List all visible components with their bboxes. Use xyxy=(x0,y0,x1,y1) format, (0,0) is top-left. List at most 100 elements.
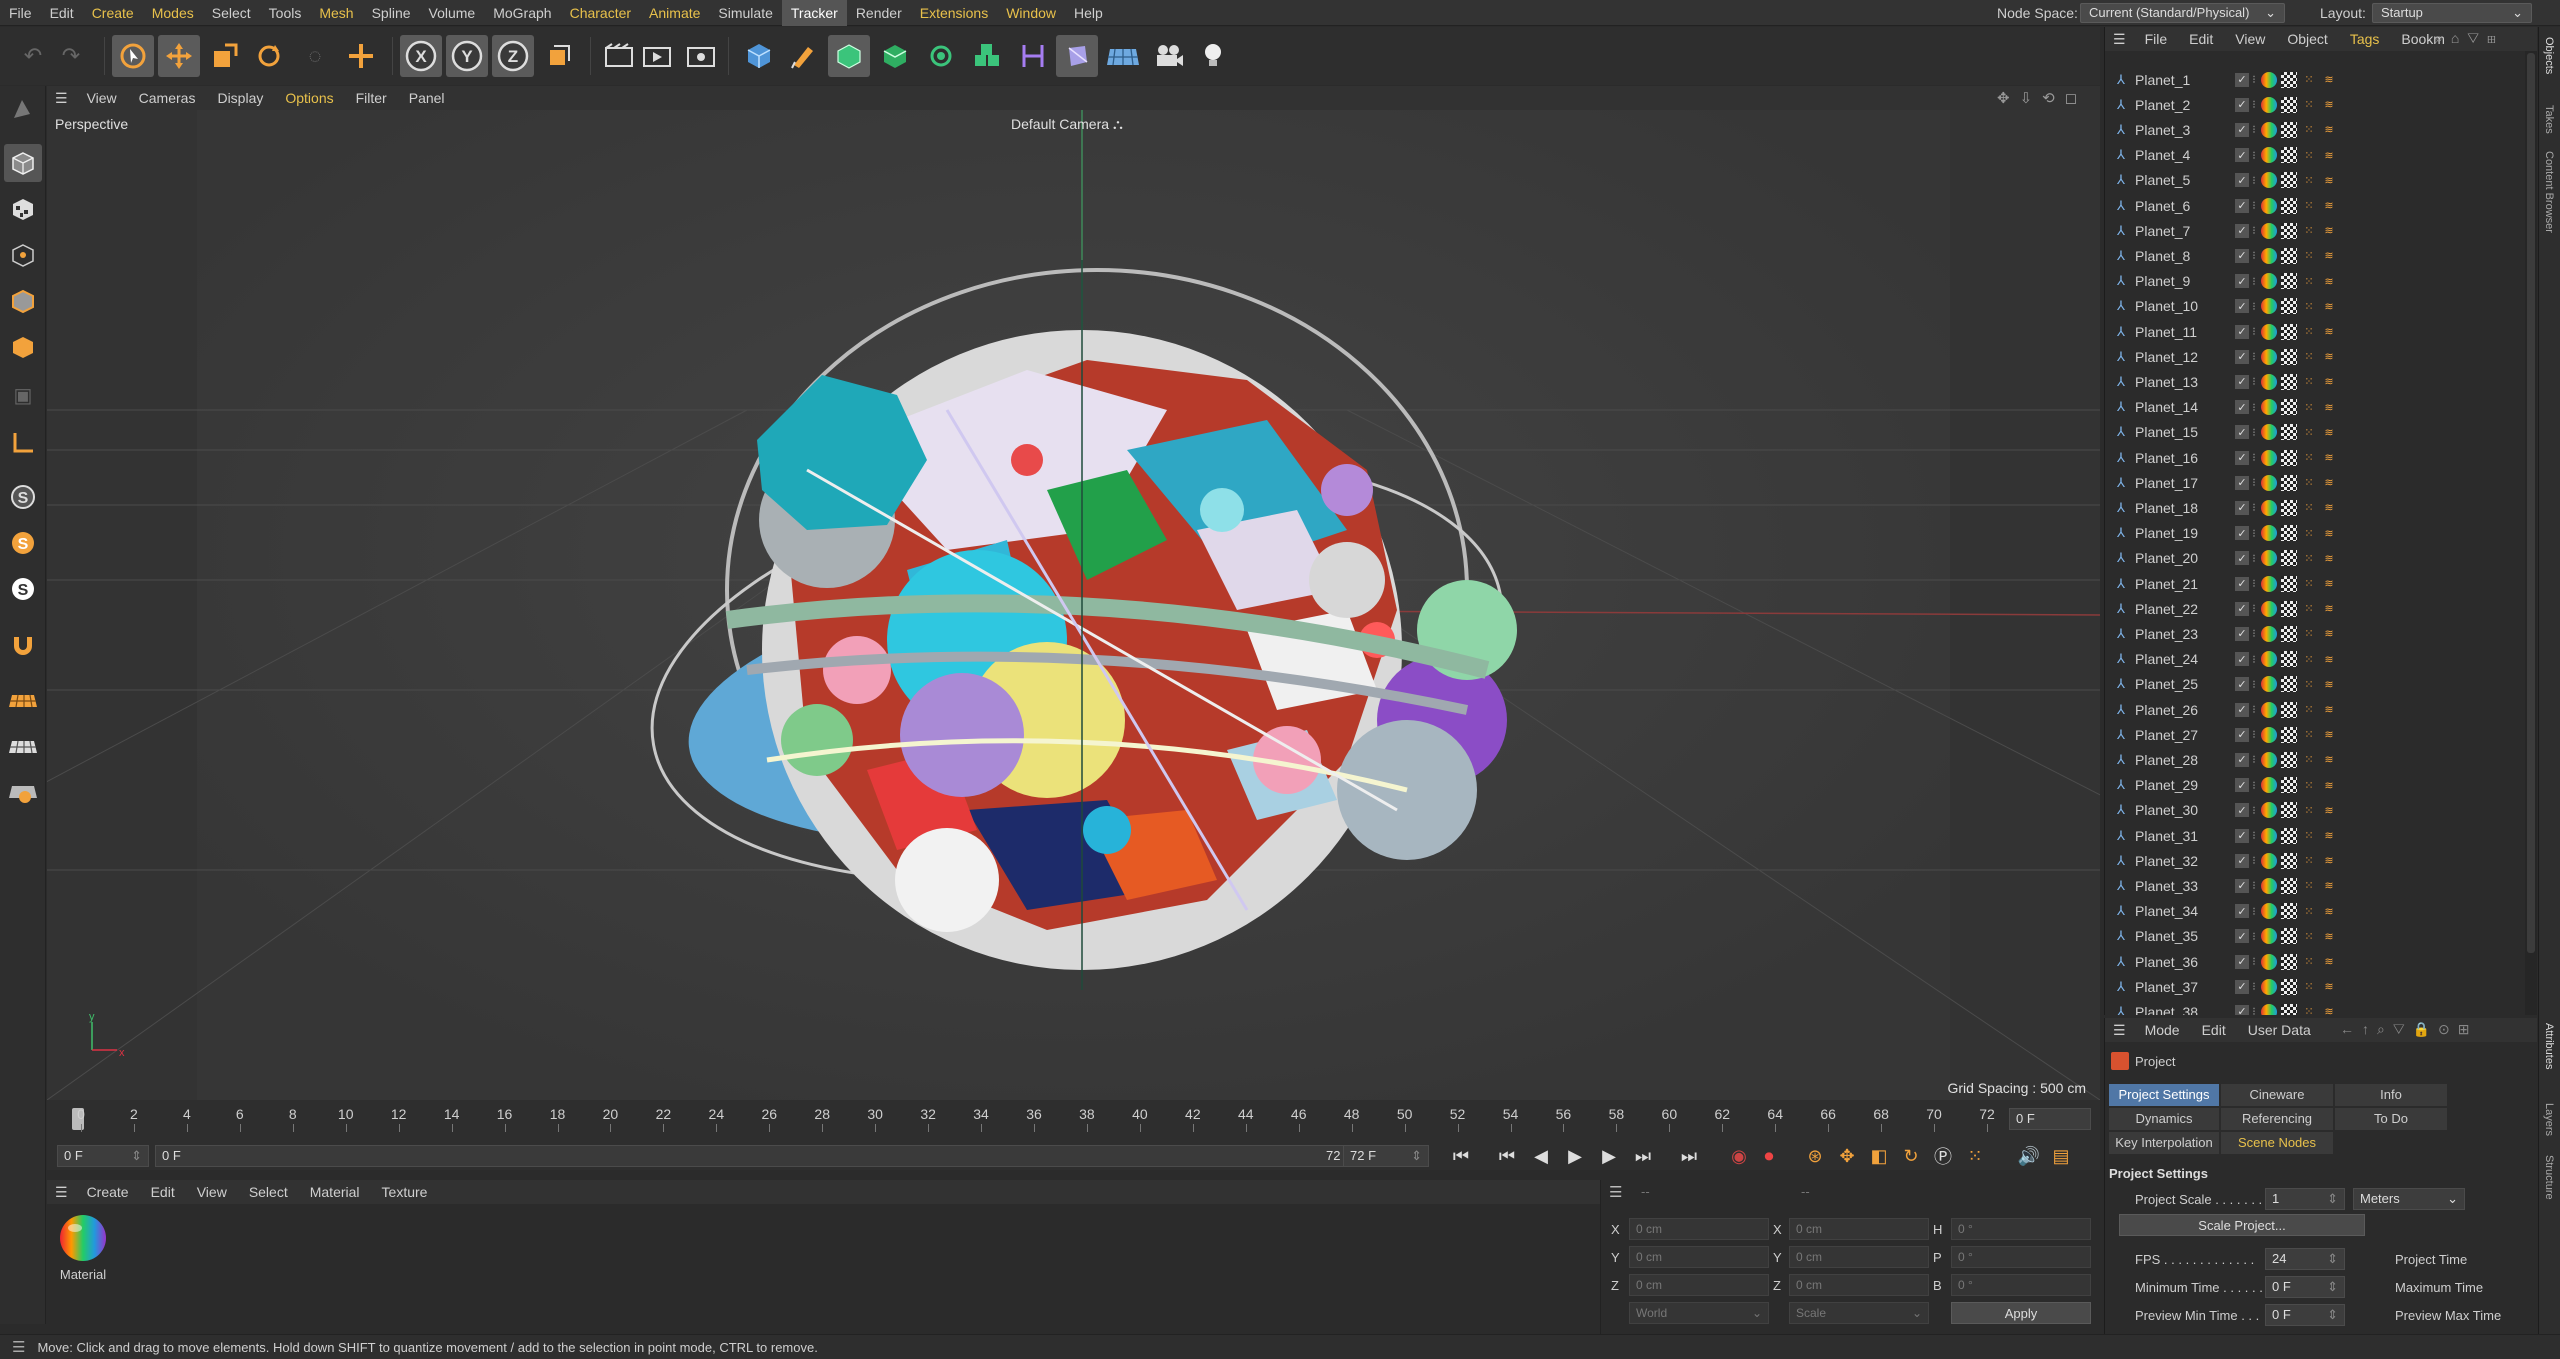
object-row[interactable]: ⅄ Planet_20 ✓ ⁝ ⁙ ≋ xyxy=(2113,546,2513,571)
tab-key-interpolation[interactable]: Key Interpolation xyxy=(2109,1132,2219,1154)
visibility-dots-icon[interactable]: ⁝ xyxy=(2251,550,2257,566)
menu-tools[interactable]: Tools xyxy=(260,0,311,26)
object-row[interactable]: ⅄ Planet_32 ✓ ⁝ ⁙ ≋ xyxy=(2113,848,2513,873)
viewport-menu-display[interactable]: Display xyxy=(206,90,274,106)
mograph-tag-icon[interactable]: ⁙ xyxy=(2301,853,2317,869)
vibrate-tag-icon[interactable]: ≋ xyxy=(2321,928,2337,944)
mograph-tag-icon[interactable]: ⁙ xyxy=(2301,324,2317,340)
object-name[interactable]: Planet_14 xyxy=(2135,399,2231,415)
object-row[interactable]: ⅄ Planet_36 ✓ ⁝ ⁙ ≋ xyxy=(2113,949,2513,974)
object-name[interactable]: Planet_17 xyxy=(2135,475,2231,491)
om-menu-tags[interactable]: Tags xyxy=(2339,31,2391,47)
material-tag-icon[interactable] xyxy=(2261,348,2277,365)
node-space-dropdown[interactable]: Current (Standard/Physical) ⌄ xyxy=(2080,3,2285,23)
vibrate-tag-icon[interactable]: ≋ xyxy=(2321,198,2337,214)
polygons-mode-icon[interactable] xyxy=(4,328,42,366)
min-time-field[interactable]: 0 F ⇕ xyxy=(2265,1276,2345,1298)
mograph-tag-icon[interactable]: ⁙ xyxy=(2301,399,2317,415)
pos-y-field[interactable]: 0 cm xyxy=(1629,1246,1769,1268)
texture-tag-icon[interactable] xyxy=(2281,928,2297,945)
visibility-dots-icon[interactable]: ⁝ xyxy=(2251,298,2257,314)
object-row[interactable]: ⅄ Planet_28 ✓ ⁝ ⁙ ≋ xyxy=(2113,747,2513,772)
live-select-icon[interactable] xyxy=(112,35,154,77)
go-to-end-icon[interactable]: ⏭ xyxy=(1675,1143,1703,1169)
snap-icon[interactable]: S xyxy=(4,524,42,562)
menu-simulate[interactable]: Simulate xyxy=(709,0,781,26)
subdivision-surface-icon[interactable] xyxy=(828,35,870,77)
object-name[interactable]: Planet_20 xyxy=(2135,550,2231,566)
visibility-dots-icon[interactable]: ⁝ xyxy=(2251,349,2257,365)
visibility-check-icon[interactable]: ✓ xyxy=(2235,450,2249,465)
tab-scene-nodes[interactable]: Scene Nodes xyxy=(2221,1132,2333,1154)
object-name[interactable]: Planet_13 xyxy=(2135,374,2231,390)
object-row[interactable]: ⅄ Planet_31 ✓ ⁝ ⁙ ≋ xyxy=(2113,823,2513,848)
object-name[interactable]: Planet_35 xyxy=(2135,928,2231,944)
vibrate-tag-icon[interactable]: ≋ xyxy=(2321,802,2337,818)
points-mode-icon[interactable] xyxy=(4,236,42,274)
object-name[interactable]: Planet_6 xyxy=(2135,198,2231,214)
menu-edit[interactable]: Edit xyxy=(41,0,83,26)
material-tag-icon[interactable] xyxy=(2261,449,2277,466)
visibility-check-icon[interactable]: ✓ xyxy=(2235,752,2249,767)
field-icon[interactable] xyxy=(1056,35,1098,77)
vibrate-tag-icon[interactable]: ≋ xyxy=(2321,702,2337,718)
texture-tag-icon[interactable] xyxy=(2281,399,2297,416)
extrude-icon[interactable] xyxy=(874,35,916,77)
object-name[interactable]: Planet_15 xyxy=(2135,424,2231,440)
go-to-previous-key-icon[interactable]: ⏮ xyxy=(1493,1143,1521,1169)
visibility-dots-icon[interactable]: ⁝ xyxy=(2251,878,2257,894)
vibrate-tag-icon[interactable]: ≋ xyxy=(2321,878,2337,894)
viewport-menu-filter[interactable]: Filter xyxy=(345,90,398,106)
pos-z-field[interactable]: 0 cm xyxy=(1629,1274,1769,1296)
texture-tag-icon[interactable] xyxy=(2281,550,2297,567)
vibrate-tag-icon[interactable]: ≋ xyxy=(2321,979,2337,995)
texture-tag-icon[interactable] xyxy=(2281,222,2297,239)
visibility-dots-icon[interactable]: ⁝ xyxy=(2251,777,2257,793)
material-tag-icon[interactable] xyxy=(2261,600,2277,617)
object-name[interactable]: Planet_23 xyxy=(2135,626,2231,642)
object-row[interactable]: ⅄ Planet_38 ✓ ⁝ ⁙ ≋ xyxy=(2113,999,2513,1015)
visibility-check-icon[interactable]: ✓ xyxy=(2235,148,2249,163)
mograph-tag-icon[interactable]: ⁙ xyxy=(2301,878,2317,894)
object-name[interactable]: Planet_16 xyxy=(2135,450,2231,466)
vibrate-tag-icon[interactable]: ≋ xyxy=(2321,903,2337,919)
visibility-check-icon[interactable]: ✓ xyxy=(2235,878,2249,893)
pos-x-field[interactable]: 0 cm xyxy=(1629,1218,1769,1240)
object-name[interactable]: Planet_32 xyxy=(2135,853,2231,869)
vibrate-tag-icon[interactable]: ≋ xyxy=(2321,954,2337,970)
material-tag-icon[interactable] xyxy=(2261,71,2277,88)
menu-extensions[interactable]: Extensions xyxy=(911,0,997,26)
visibility-check-icon[interactable]: ✓ xyxy=(2235,425,2249,440)
size-x-field[interactable]: 0 cm xyxy=(1789,1218,1929,1240)
start-frame-field[interactable]: 0 F ⇕ xyxy=(57,1145,149,1167)
deformer-icon[interactable] xyxy=(1012,35,1054,77)
material-tag-icon[interactable] xyxy=(2261,298,2277,315)
visibility-dots-icon[interactable]: ⁝ xyxy=(2251,525,2257,541)
object-name[interactable]: Planet_19 xyxy=(2135,525,2231,541)
object-name[interactable]: Planet_37 xyxy=(2135,979,2231,995)
texture-tag-icon[interactable] xyxy=(2281,323,2297,340)
vibrate-tag-icon[interactable]: ≋ xyxy=(2321,248,2337,264)
tab-to-do[interactable]: To Do xyxy=(2335,1108,2447,1130)
light-icon[interactable] xyxy=(1192,35,1234,77)
tab-cineware[interactable]: Cineware xyxy=(2221,1084,2333,1106)
material-menu-texture[interactable]: Texture xyxy=(371,1184,439,1200)
object-name[interactable]: Planet_5 xyxy=(2135,172,2231,188)
mograph-tag-icon[interactable]: ⁙ xyxy=(2301,349,2317,365)
vibrate-tag-icon[interactable]: ≋ xyxy=(2321,676,2337,692)
material-tag-icon[interactable] xyxy=(2261,424,2277,441)
transform-icon[interactable] xyxy=(340,35,382,77)
mograph-tag-icon[interactable]: ⁙ xyxy=(2301,576,2317,592)
texture-tag-icon[interactable] xyxy=(2281,777,2297,794)
material-tag-icon[interactable] xyxy=(2261,827,2277,844)
vibrate-tag-icon[interactable]: ≋ xyxy=(2321,853,2337,869)
texture-tag-icon[interactable] xyxy=(2281,676,2297,693)
scale-icon[interactable] xyxy=(204,35,246,77)
mograph-tag-icon[interactable]: ⁙ xyxy=(2301,424,2317,440)
material-tag-icon[interactable] xyxy=(2261,575,2277,592)
axis-mode-icon[interactable] xyxy=(4,424,42,462)
texture-tag-icon[interactable] xyxy=(2281,499,2297,516)
mograph-cloner-icon[interactable] xyxy=(966,35,1008,77)
material-tag-icon[interactable] xyxy=(2261,96,2277,113)
menu-animate[interactable]: Animate xyxy=(640,0,709,26)
